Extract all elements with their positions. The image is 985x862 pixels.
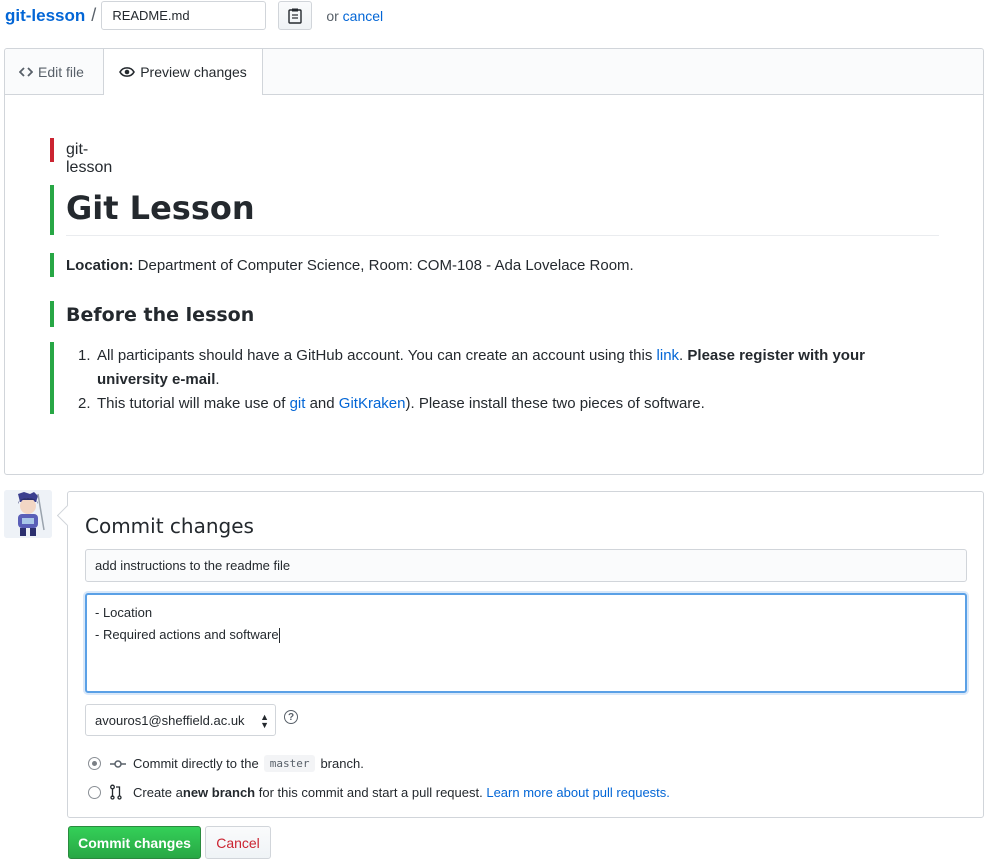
heading-block: Git Lesson [50,185,940,236]
option-branch-text: for this commit and start a pull request… [255,784,487,800]
commit-title: Commit changes [85,514,254,538]
or-text: or [326,7,339,24]
avatar [4,490,52,538]
commit-direct-option[interactable]: Commit directly to the master branch. [88,755,364,772]
avatar-image [4,490,52,538]
section-heading: Before the lesson [66,304,255,326]
clipboard-button[interactable] [278,1,313,30]
tab-edit-label: Edit file [38,63,84,80]
gitkraken-link[interactable]: GitKraken [339,395,406,412]
list-text: and [305,395,339,412]
cancel-button[interactable]: Cancel [205,826,271,859]
location-text: Department of Computer Science, Room: CO… [133,257,634,274]
email-select[interactable]: avouros1@sheffield.ac.uk ▲ ▼ [85,704,276,736]
git-commit-icon [110,759,126,768]
description-line: - Location [95,605,153,620]
option-direct-text: Commit directly to the [133,756,259,771]
deleted-line: git-lesson [66,141,113,176]
code-icon [19,66,33,77]
breadcrumb-separator: / [91,5,97,25]
account-link[interactable]: link [657,347,680,364]
commit-branch-option[interactable]: Create a new branch for this commit and … [88,784,670,800]
list-text: This tutorial will make use of [97,395,290,412]
tab-preview-changes[interactable]: Preview changes [103,49,263,95]
or-cancel: or cancel [326,8,383,24]
radio-commit-direct[interactable] [88,757,101,770]
page-title: Git Lesson [66,189,255,227]
list-block: 1. All participants should have a GitHub… [50,342,940,414]
git-link[interactable]: git [290,395,306,412]
location-line: Location: Department of Computer Science… [66,257,634,274]
email-selected: avouros1@sheffield.ac.uk [95,712,245,728]
editor-tabs: Edit file Preview changes [5,49,983,95]
filename-input[interactable] [101,1,267,30]
tab-preview-label: Preview changes [140,64,247,80]
list-number: 1. [78,347,91,364]
list-text: All participants should have a GitHub ac… [97,347,657,364]
added-marker [50,342,54,414]
option-branch-text: Create a [133,784,183,800]
commit-description-textarea[interactable]: - Location - Required actions and softwa… [85,593,967,693]
learn-more-link[interactable]: Learn more about pull requests. [486,785,670,800]
eye-icon [119,67,136,77]
description-line: - Required actions and software [95,627,280,644]
text-cursor [278,628,280,644]
clipboard-icon [288,8,303,24]
list-item: 2. This tutorial will make use of git an… [78,392,908,416]
list-text: . [215,371,220,388]
cancel-link[interactable]: cancel [343,8,383,24]
added-marker [50,301,54,327]
location-block: Location: Department of Computer Science… [50,253,940,277]
commit-changes-button[interactable]: Commit changes [68,826,201,859]
heading-rule [66,235,939,236]
added-marker [50,253,54,277]
added-marker [50,185,54,235]
radio-new-branch[interactable] [88,785,101,799]
deleted-marker [50,138,54,162]
list-number: 2. [78,395,91,412]
tab-edit-file[interactable]: Edit file [19,49,84,94]
commit-summary-input[interactable] [85,549,967,582]
location-label: Location: [66,257,134,274]
git-pull-request-icon [110,784,122,800]
breadcrumb: git-lesson / or cancel [5,0,383,31]
list-item: 1. All participants should have a GitHub… [78,344,908,392]
branch-name: master [263,755,316,772]
ordered-list: 1. All participants should have a GitHub… [78,344,908,416]
repo-link[interactable]: git-lesson [5,6,85,26]
select-arrows-icon: ▲ ▼ [260,712,269,730]
option-direct-text: branch. [320,756,364,771]
option-branch-bold: new branch [182,784,256,800]
list-text: ). Please install these two pieces of so… [405,395,705,412]
help-icon[interactable]: ? [284,710,298,724]
commit-form: Commit changes - Location - Required act… [67,491,984,818]
